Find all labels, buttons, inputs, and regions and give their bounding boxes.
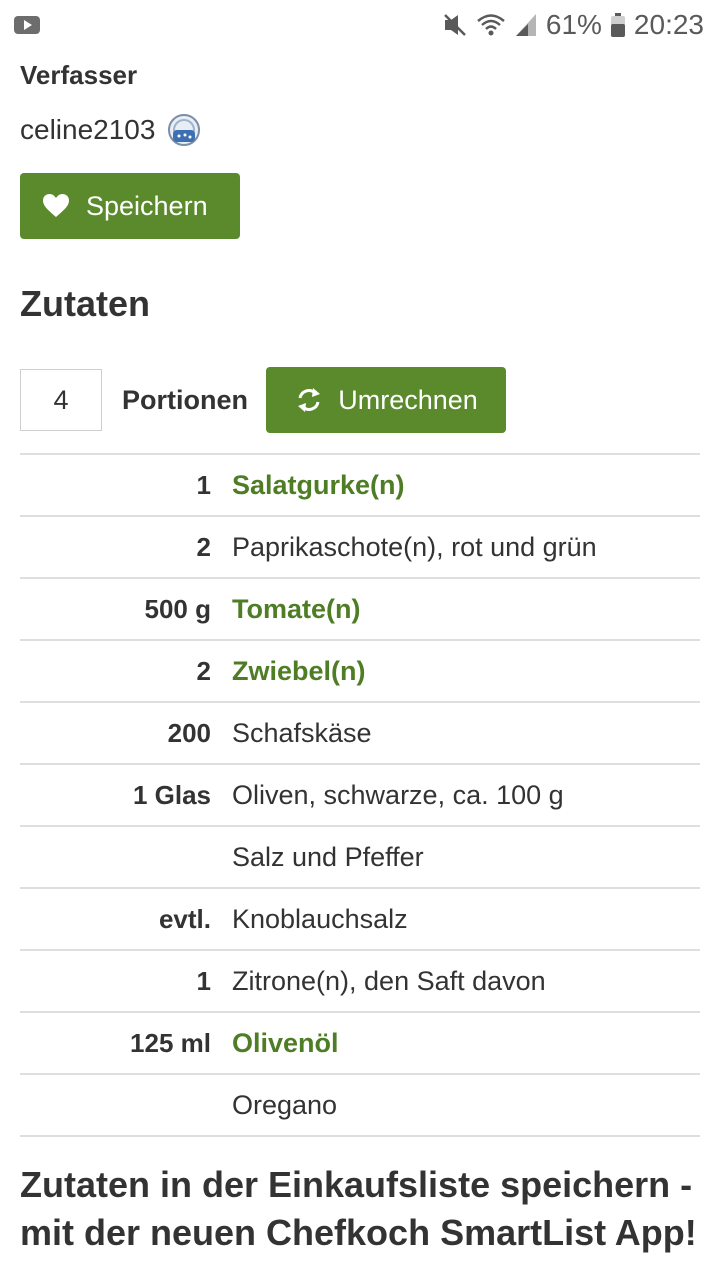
battery-level: 61% [545,9,602,40]
ingredient-name: Zitrone(n), den Saft davon [232,965,546,996]
ingredient-amount: evtl. [158,903,211,934]
save-button-label: Speichern [86,190,208,221]
recipe-content: Verfasser celine2103 Speichern Zutaten P… [20,50,700,1257]
author-badge-icon [167,113,201,147]
ingredient-link[interactable]: Salatgurke(n) [231,454,700,516]
ingredient-amount: 2 [196,655,211,686]
ingredient-row: 200 Schafskäse [20,702,700,764]
refresh-icon [298,388,321,412]
battery-icon [610,12,626,38]
ingredient-name: Oliven, schwarze, ca. 100 g [232,779,564,810]
author-name[interactable]: celine2103 [20,114,155,146]
portions-row: Portionen Umrechnen [20,367,700,433]
mute-icon [442,12,468,38]
ingredient-row: 2 Zwiebel(n) [20,640,700,702]
ingredients-table: 1 Salatgurke(n) 2 Paprikaschote(n), rot und… [20,453,700,1137]
status-bar: 61% 20:23 [0,0,720,50]
ingredient-row: 500 g Tomate(n) [20,578,700,640]
recalculate-button[interactable]: Umrechnen [266,367,506,433]
ingredient-amount: 200 [167,717,211,748]
ingredient-name: Knoblauchsalz [232,903,408,934]
ingredient-amount [20,826,231,888]
wifi-icon [476,12,506,38]
ingredient-link[interactable]: Tomate(n) [231,578,700,640]
ingredient-name: Salz und Pfeffer [232,841,424,872]
ingredient-amount: 1 [196,965,211,996]
ingredient-amount: 1 [196,469,211,500]
portions-input[interactable] [20,369,102,431]
ingredient-row: Oregano [20,1074,700,1136]
ingredient-row: 1 Glas Oliven, schwarze, ca. 100 g [20,764,700,826]
ingredients-title: Zutaten [20,283,150,324]
ingredient-name: Paprikaschote(n), rot und grün [232,531,597,562]
ingredient-row: 2 Paprikaschote(n), rot und grün [20,516,700,578]
heart-icon [43,194,69,217]
save-button[interactable]: Speichern [20,173,240,239]
ingredient-amount: 125 ml [130,1027,211,1058]
ingredient-name: Oregano [232,1089,338,1120]
ingredient-link[interactable]: Zwiebel(n) [231,640,700,702]
ingredient-amount: 2 [196,531,211,562]
ingredient-amount: 500 g [144,593,212,624]
ingredient-row: Salz und Pfeffer [20,826,700,888]
ingredient-row: 1 Salatgurke(n) [20,454,700,516]
recalculate-button-label: Umrechnen [338,384,478,415]
ingredient-amount [20,1074,231,1136]
clock: 20:23 [633,9,704,40]
ingredient-row: 1 Zitrone(n), den Saft davon [20,950,700,1012]
ingredient-amount: 1 Glas [132,779,211,810]
ingredient-row: 125 ml Olivenöl [20,1012,700,1074]
ingredient-link[interactable]: Olivenöl [231,1012,700,1074]
shopping-list-promo-title: Zutaten in der Einkaufsliste speichern -… [20,1164,697,1253]
ingredient-row: evtl. Knoblauchsalz [20,888,700,950]
ingredient-name: Schafskäse [232,717,372,748]
portions-label: Portionen [122,384,248,415]
signal-icon [514,12,538,38]
author-row: celine2103 [20,113,700,147]
youtube-icon [14,16,40,34]
author-label: Verfasser [20,60,138,90]
